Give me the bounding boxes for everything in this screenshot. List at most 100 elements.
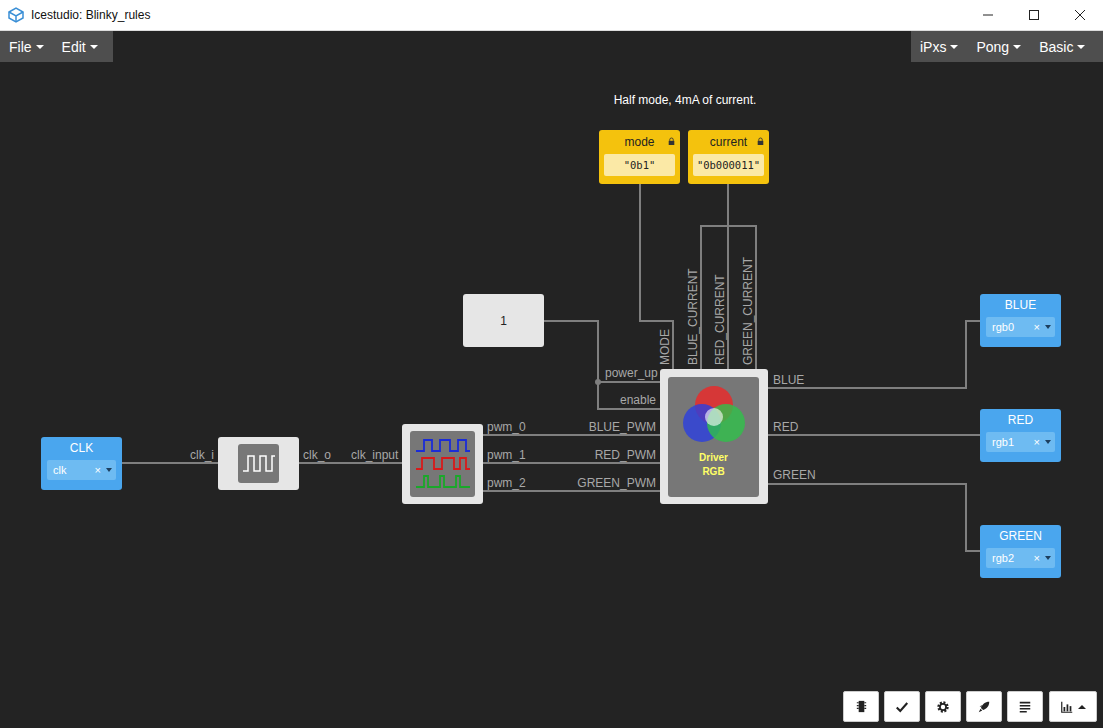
input-pin[interactable]: CLK clk× xyxy=(41,437,122,490)
wire[interactable] xyxy=(640,184,673,369)
clear-button[interactable]: × xyxy=(1034,552,1040,564)
constant-block[interactable]: mode "0b1" xyxy=(599,130,680,184)
port-label: GREEN_PWM xyxy=(548,476,656,490)
wire[interactable] xyxy=(727,226,729,369)
port-label: BLUE_PWM xyxy=(548,420,656,434)
driver-rgb-block[interactable]: DriverRGB xyxy=(660,369,768,504)
close-icon xyxy=(1074,9,1086,21)
caret-icon xyxy=(1077,45,1085,49)
collections-menu: iPxs Pong Basic xyxy=(911,31,1103,62)
caret-icon xyxy=(950,45,958,49)
rocket-icon xyxy=(977,700,991,714)
caret-icon xyxy=(1045,440,1051,444)
port-label: pwm_0 xyxy=(487,420,526,434)
wire[interactable] xyxy=(299,462,402,464)
maximize-icon xyxy=(1028,9,1040,21)
constant-name: current xyxy=(710,135,747,149)
caret-icon xyxy=(1013,45,1021,49)
param-label: BLUE_CURRENT xyxy=(686,268,700,365)
constant-value[interactable]: "0b1" xyxy=(604,154,675,176)
check-icon xyxy=(895,700,909,714)
output-pin[interactable]: BLUErgb0× xyxy=(980,294,1061,347)
clear-button[interactable]: × xyxy=(95,464,101,476)
caret-icon xyxy=(1045,325,1051,329)
window-title: Icestudio: Blinky_rules xyxy=(31,8,150,22)
port-label: clk_i xyxy=(150,448,214,462)
wire[interactable] xyxy=(727,184,729,226)
chip-icon xyxy=(854,699,869,714)
output-pin[interactable]: GREEN rgb2× xyxy=(980,525,1061,578)
chart-icon xyxy=(1060,700,1074,714)
port-label: RED_PWM xyxy=(548,448,656,462)
pwm-block[interactable] xyxy=(402,424,483,504)
wire[interactable] xyxy=(768,434,980,436)
constant-value[interactable]: "0b000011" xyxy=(693,154,764,176)
lock-icon xyxy=(668,137,675,146)
pwm-waves-icon xyxy=(410,431,475,497)
constant-block[interactable]: current "0b000011" xyxy=(688,130,769,184)
port-label: clk_input xyxy=(351,448,398,462)
caret-icon xyxy=(1078,705,1086,709)
wire[interactable] xyxy=(122,462,218,464)
constant-name: mode xyxy=(624,135,654,149)
gear-icon xyxy=(936,700,950,714)
port-label: pwm_1 xyxy=(487,448,526,462)
square-wave-icon xyxy=(238,444,279,483)
menu-item[interactable]: File xyxy=(6,39,47,55)
port-label: power_up xyxy=(605,366,658,380)
wire[interactable] xyxy=(768,321,980,388)
pin-select[interactable]: rgb1× xyxy=(986,432,1055,452)
menu-item[interactable]: iPxs xyxy=(917,39,961,55)
caret-icon xyxy=(1045,556,1051,560)
caret-icon xyxy=(36,45,44,49)
close-button[interactable] xyxy=(1057,0,1103,30)
wire[interactable] xyxy=(483,434,660,436)
chip-button[interactable] xyxy=(843,691,879,722)
port-label: enable xyxy=(590,393,656,407)
canvas[interactable]: File Edit iPxs Pong Basic Half mode, 4mA of c… xyxy=(0,31,1103,728)
minimize-button[interactable] xyxy=(965,0,1011,30)
clear-button[interactable]: × xyxy=(1034,321,1040,333)
title-bar: Icestudio: Blinky_rules xyxy=(0,0,1103,31)
wire-junction xyxy=(595,379,601,385)
wire[interactable] xyxy=(701,226,756,369)
wire[interactable] xyxy=(483,490,660,492)
menu-item[interactable]: Basic xyxy=(1036,39,1088,55)
chart-button[interactable] xyxy=(1049,691,1097,722)
pin-select[interactable]: clk× xyxy=(47,460,116,480)
main-menu: File Edit xyxy=(0,31,113,62)
maximize-button[interactable] xyxy=(1011,0,1057,30)
wires xyxy=(0,31,1103,728)
lock-icon xyxy=(757,137,764,146)
constant-value: 1 xyxy=(500,314,507,328)
caret-icon xyxy=(90,45,98,49)
prescaler-block[interactable] xyxy=(218,437,299,490)
port-label: clk_o xyxy=(303,448,331,462)
output-pin[interactable]: REDrgb1× xyxy=(980,409,1061,462)
caret-icon xyxy=(106,468,112,472)
menu-item[interactable]: Edit xyxy=(59,39,101,55)
pin-name: GREEN xyxy=(986,529,1055,545)
port-label: pwm_2 xyxy=(487,476,526,490)
port-label: RED xyxy=(773,420,798,434)
pin-name: CLK xyxy=(47,441,116,457)
menu-item[interactable]: Pong xyxy=(973,39,1024,55)
comment[interactable]: Half mode, 4mA of current. xyxy=(565,93,805,107)
gear-button[interactable] xyxy=(925,691,961,722)
wire[interactable] xyxy=(768,484,980,551)
rocket-button[interactable] xyxy=(966,691,1002,722)
port-label: BLUE xyxy=(773,373,804,387)
param-label: MODE xyxy=(658,329,672,365)
pin-select[interactable]: rgb2× xyxy=(986,548,1055,568)
pin-select[interactable]: rgb0× xyxy=(986,317,1055,337)
icestudio-logo-icon xyxy=(8,7,24,23)
param-label: RED_CURRENT xyxy=(713,274,727,365)
rgb-circles-icon xyxy=(668,377,759,451)
wire[interactable] xyxy=(544,321,660,382)
port-label: GREEN xyxy=(773,468,816,482)
wire[interactable] xyxy=(483,462,660,464)
check-button[interactable] xyxy=(884,691,920,722)
clear-button[interactable]: × xyxy=(1034,436,1040,448)
list-button[interactable] xyxy=(1007,691,1043,722)
constant-one-block[interactable]: 1 xyxy=(463,294,544,347)
